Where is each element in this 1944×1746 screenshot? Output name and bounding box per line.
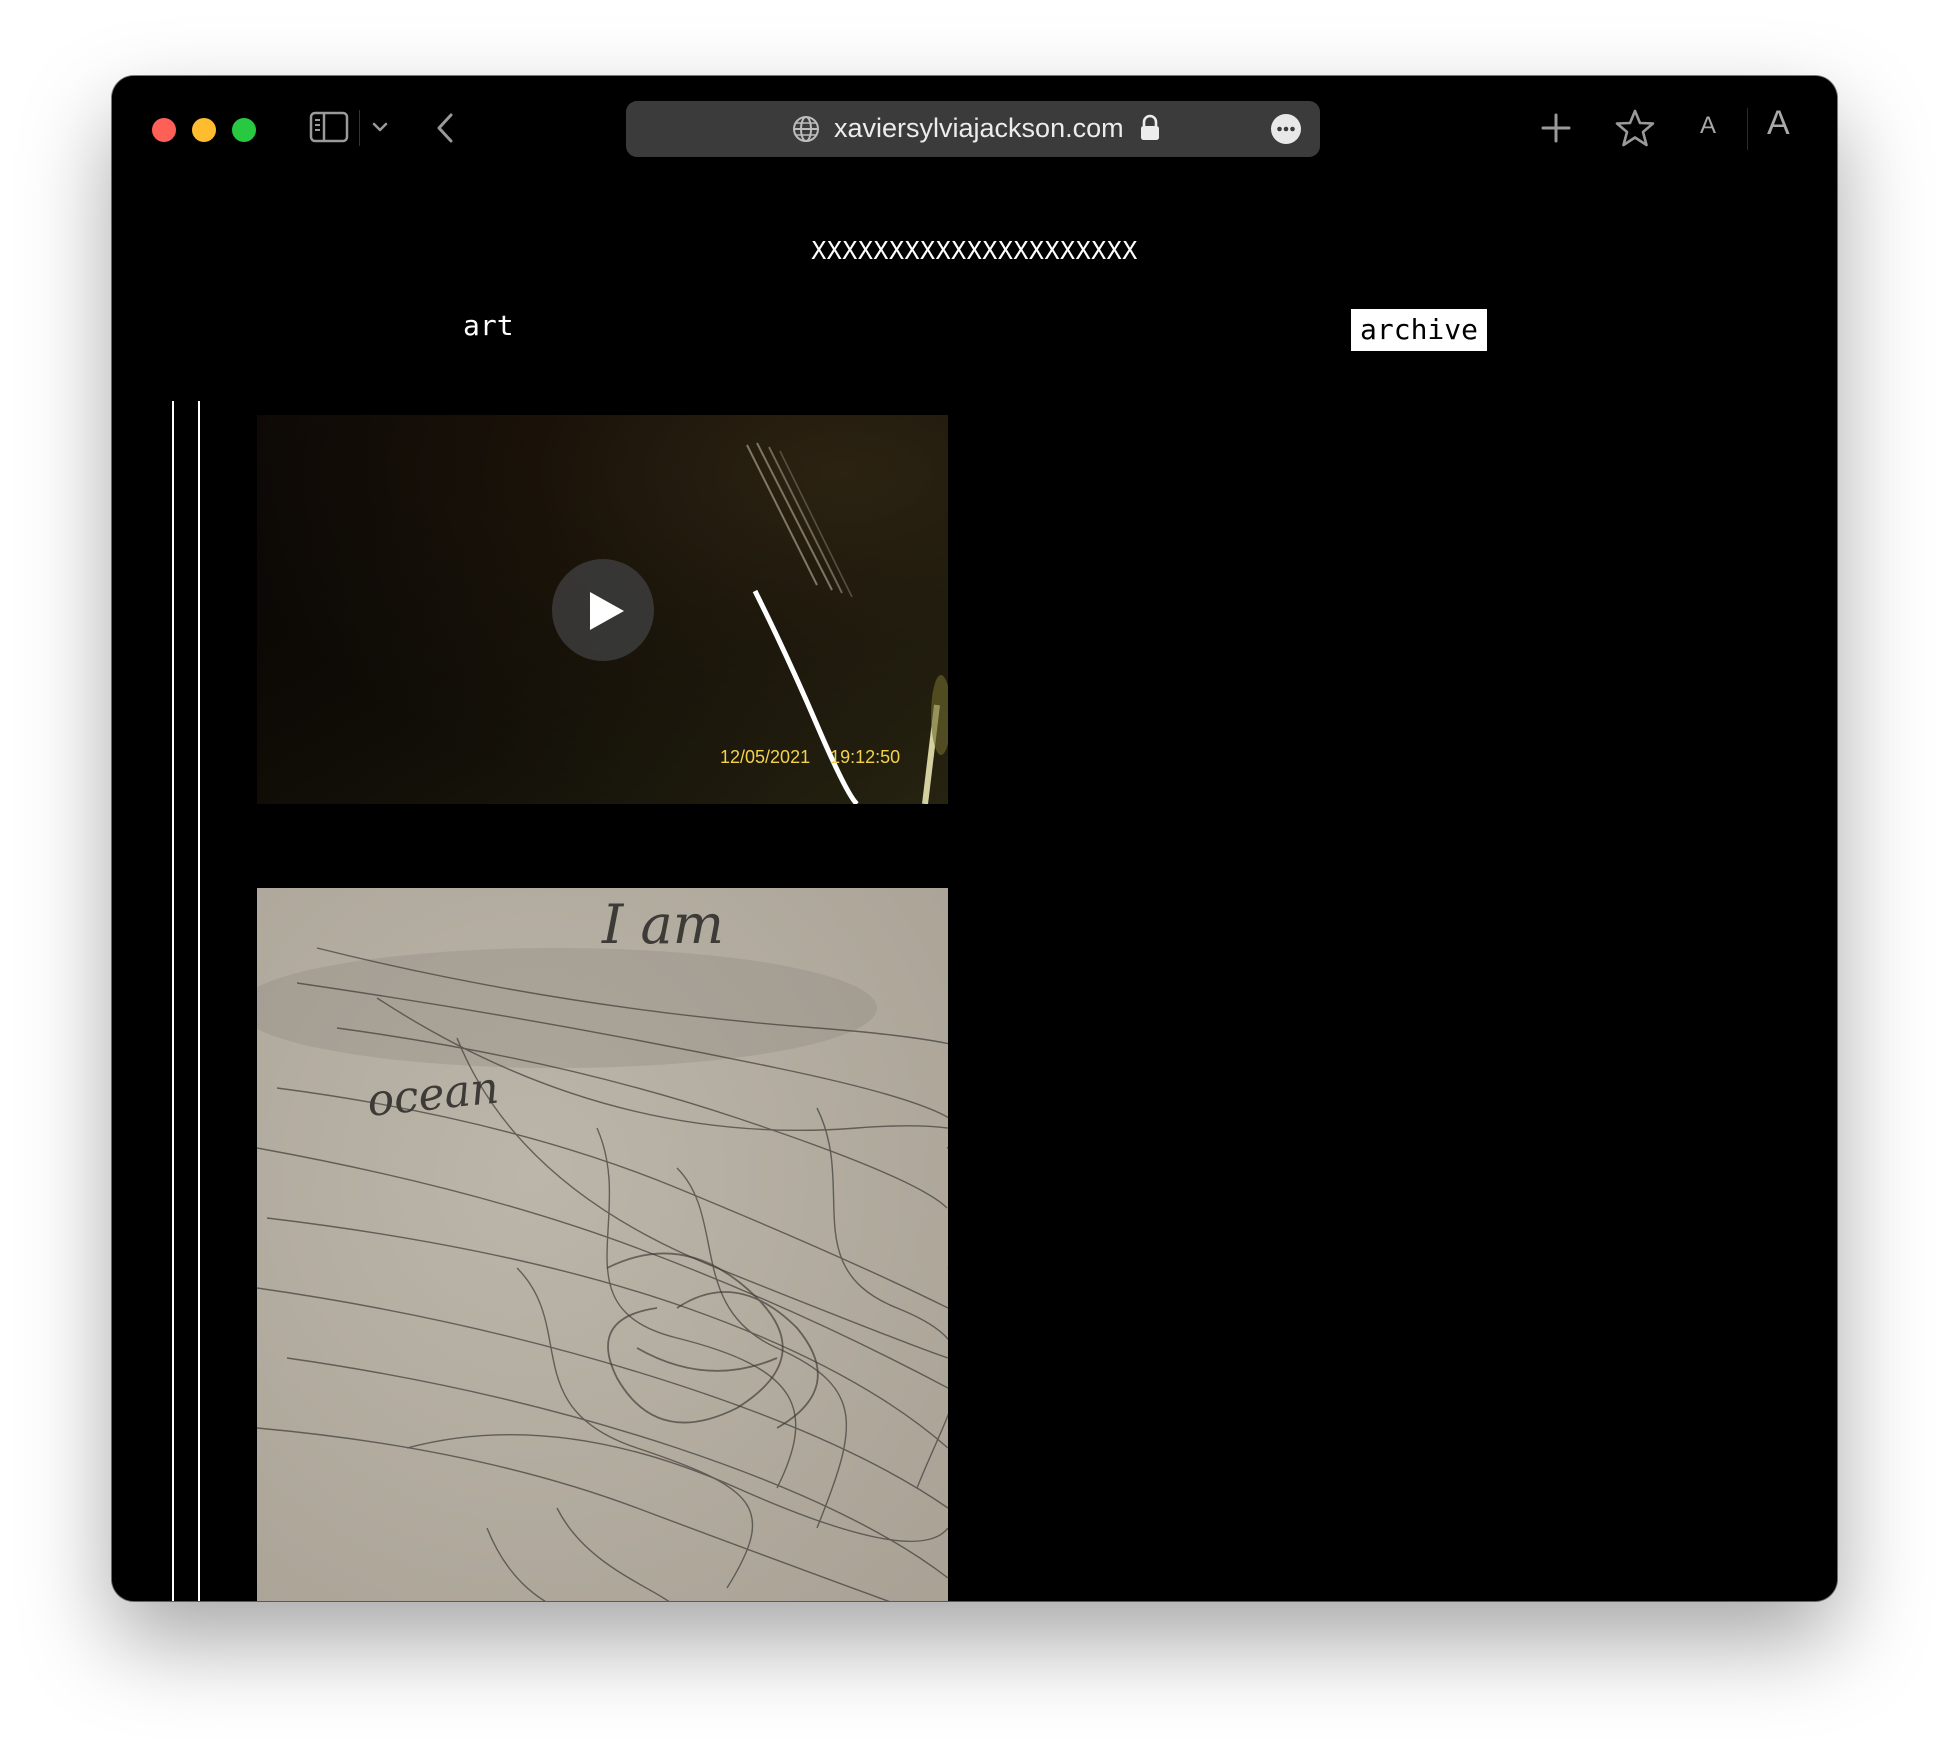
chevron-down-icon[interactable] [371,120,389,134]
browser-window: xaviersylviajackson.com A A XXXXXXXXXXXX… [112,76,1837,1601]
close-window-button[interactable] [152,118,176,142]
lock-icon [1141,114,1159,140]
play-icon [590,592,624,630]
browser-toolbar: xaviersylviajackson.com A A [112,76,1837,179]
url-text: xaviersylviajackson.com [834,113,1124,143]
more-options-icon[interactable] [1270,113,1302,145]
globe-icon [793,116,819,142]
toolbar-divider [1747,108,1748,150]
pencil-scribbles: I am ocean [257,888,948,1601]
pencil-drawing-image: I am ocean [257,888,948,1601]
decrease-font-button[interactable]: A [1700,112,1716,140]
timestamp-time: 19:12:50 [830,747,901,767]
sidebar-icon[interactable] [309,111,349,143]
toolbar-divider [359,110,360,146]
site-title: XXXXXXXXXXXXXXXXXXXXX [811,236,1138,265]
minimize-window-button[interactable] [192,118,216,142]
decorative-line [172,401,174,1601]
increase-font-button[interactable]: A [1767,104,1790,143]
address-bar[interactable]: xaviersylviajackson.com [626,101,1320,157]
nav-link-archive[interactable]: archive [1351,309,1488,351]
drawing-text-i-am: I am [601,893,724,956]
video-timestamp: 12/05/2021 19:12:50 [720,747,900,768]
bookmark-star-icon[interactable] [1615,108,1655,148]
video-player[interactable]: 12/05/2021 19:12:50 [257,415,948,804]
back-icon[interactable] [434,112,458,144]
page-content: XXXXXXXXXXXXXXXXXXXXX art archive 12/05/… [112,179,1837,1601]
decorative-line [198,401,200,1601]
nav-link-art[interactable]: art [463,309,514,342]
new-tab-icon[interactable] [1540,112,1572,144]
play-button[interactable] [552,559,654,661]
zoom-window-button[interactable] [232,118,256,142]
timestamp-date: 12/05/2021 [720,747,811,767]
